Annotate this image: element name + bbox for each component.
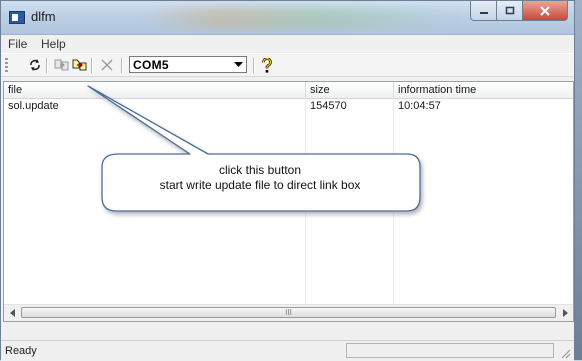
callout-line-2: start write update file to direct link b… [159, 178, 361, 192]
callout-line-1: click this button [218, 163, 302, 177]
callout-text: click this button start write update fil… [102, 163, 418, 193]
